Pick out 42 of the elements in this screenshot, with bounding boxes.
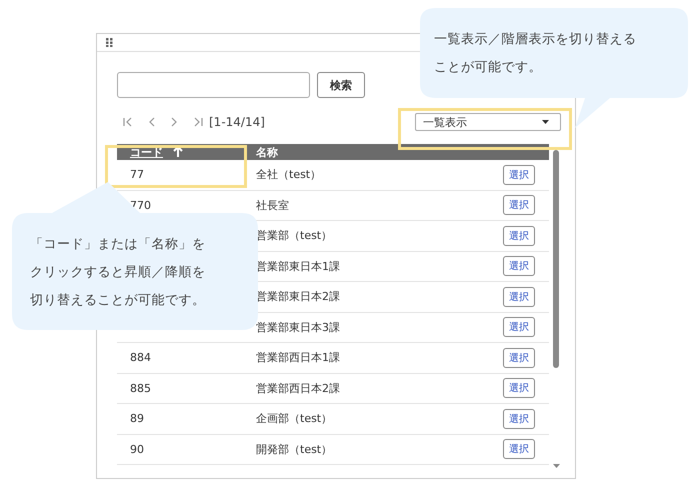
caret-icon xyxy=(542,120,549,124)
select-button[interactable]: 選択 xyxy=(503,226,535,246)
first-page-icon[interactable] xyxy=(123,117,133,127)
table-cell: 社長室 xyxy=(256,198,289,212)
page-range: [1-14/14] xyxy=(209,115,265,129)
view-dropdown[interactable]: 一覧表示 xyxy=(415,113,561,131)
select-button[interactable]: 選択 xyxy=(503,256,535,276)
grip-icon[interactable] xyxy=(106,38,113,47)
select-button[interactable]: 選択 xyxy=(503,317,535,338)
select-button[interactable]: 選択 xyxy=(503,408,535,429)
table-cell: 全社（test） xyxy=(256,168,322,182)
select-button[interactable]: 選択 xyxy=(503,195,535,216)
select-button[interactable]: 選択 xyxy=(503,439,535,460)
previous-page-icon[interactable] xyxy=(149,117,155,127)
table-cell: 770 xyxy=(130,198,151,212)
table-cell: 89 xyxy=(130,412,144,426)
select-button[interactable]: 選択 xyxy=(503,348,535,368)
scroll-down-icon[interactable] xyxy=(552,464,560,468)
select-button[interactable]: 選択 xyxy=(503,164,535,185)
table-cell: 営業部東日本1課 xyxy=(256,260,340,273)
callout-text: 一覧表示／階層表示を切り替える ことが可能です。 xyxy=(434,31,636,77)
table-cell: 営業部東日本2課 xyxy=(256,290,340,304)
table-cell: 開発部（test） xyxy=(256,442,332,456)
table-cell: 営業部（test） xyxy=(256,229,332,242)
table-cell: 884 xyxy=(130,351,151,364)
search-button[interactable]: 検索 xyxy=(317,72,365,98)
last-page-icon[interactable] xyxy=(193,117,203,127)
table-cell: 営業部東日本3課 xyxy=(256,320,340,334)
table-cell: 営業部西日本1課 xyxy=(256,351,340,364)
next-page-icon[interactable] xyxy=(171,117,177,127)
column-header[interactable]: 名称 xyxy=(256,144,278,160)
table-cell: 営業部西日本2課 xyxy=(256,382,340,395)
column-header[interactable]: コード xyxy=(130,144,163,160)
search-field[interactable] xyxy=(117,72,310,98)
table-cell: 90 xyxy=(130,442,144,456)
select-button[interactable]: 選択 xyxy=(503,286,535,307)
table-cell: 885 xyxy=(130,382,151,395)
callout-text: 「コード」または「名称」を クリックすると昇順／降順を 切り替えることが可能です。 xyxy=(30,236,206,310)
scrollbar[interactable] xyxy=(552,150,560,468)
table-cell: 77 xyxy=(130,168,144,182)
select-button[interactable]: 選択 xyxy=(503,378,535,398)
table-cell: 企画部（test） xyxy=(256,412,332,426)
